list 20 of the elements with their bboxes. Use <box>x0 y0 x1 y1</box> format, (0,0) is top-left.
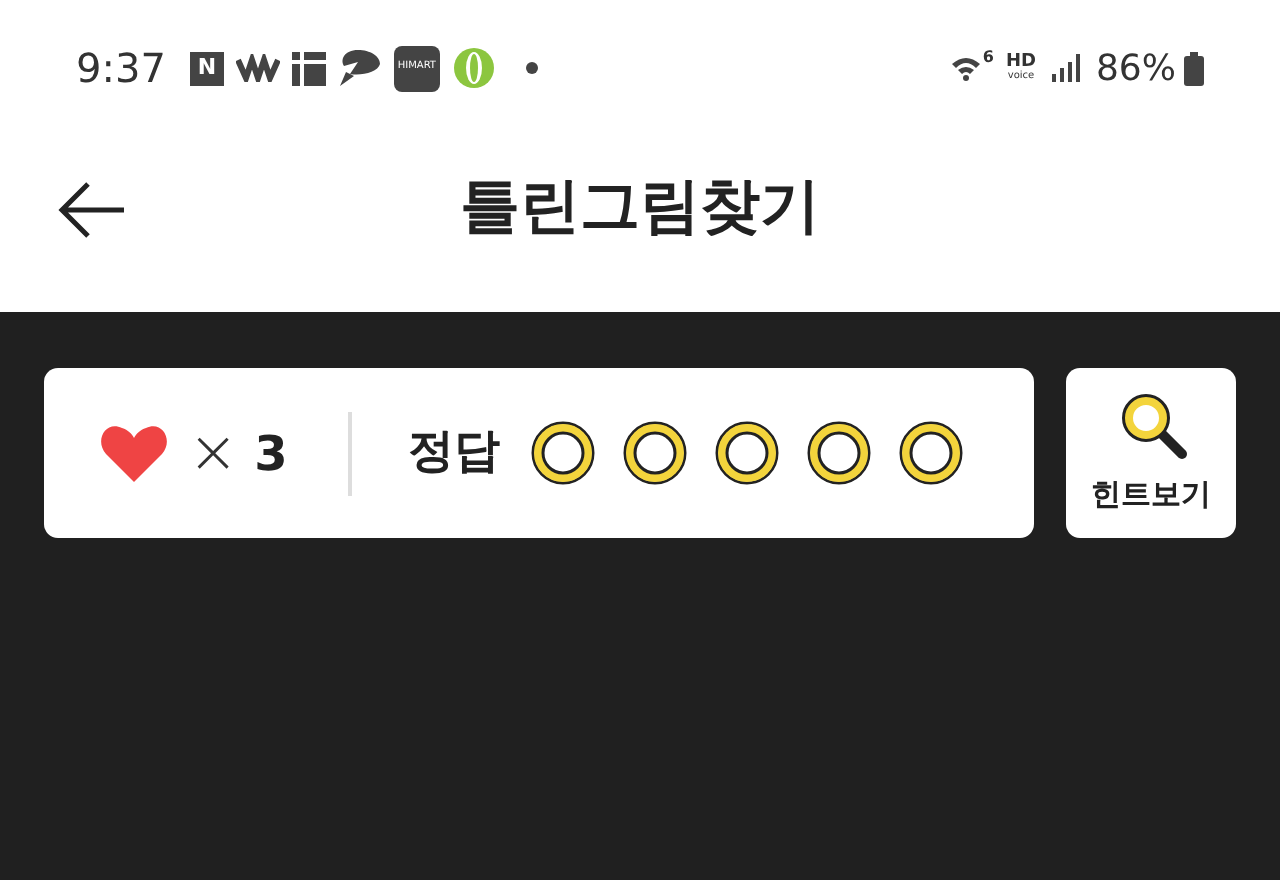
signal-icon <box>1051 54 1080 82</box>
heart-icon <box>100 423 168 483</box>
wave-app-icon <box>235 54 280 82</box>
news-app-icon: N <box>189 51 224 85</box>
dot-icon <box>523 60 540 76</box>
chat-app-icon <box>337 48 382 88</box>
times-sign: × <box>188 416 239 492</box>
battery-percent: 86% <box>1095 45 1176 93</box>
lives-count: 3 <box>254 423 288 485</box>
hint-button[interactable]: 힌트보기 <box>1066 368 1236 538</box>
page-title: 틀린그림찾기 <box>460 169 820 245</box>
grid-app-icon <box>291 51 326 85</box>
wifi-generation: 6 <box>982 46 994 70</box>
back-icon[interactable] <box>56 180 128 240</box>
battery-icon <box>1184 51 1204 85</box>
wifi-icon <box>950 52 983 84</box>
hd-label: HD <box>1005 54 1036 72</box>
melon-app-icon <box>451 46 496 90</box>
clock: 9:37 <box>76 42 166 96</box>
answer-label: 정답 <box>407 424 500 483</box>
